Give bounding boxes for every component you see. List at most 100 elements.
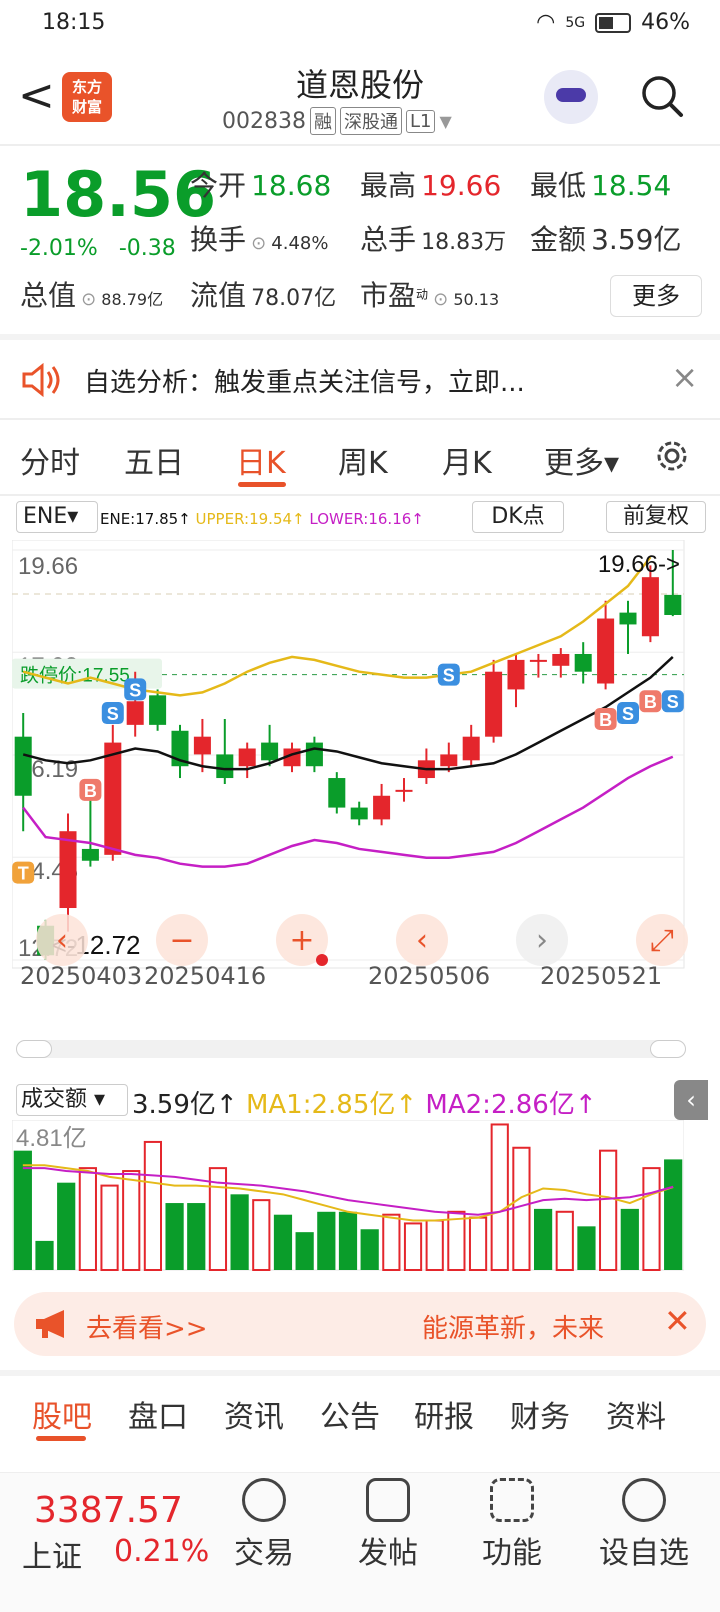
tab-news[interactable]: 资讯 <box>224 1392 284 1436</box>
high-row: 最高 19.66 <box>360 164 501 204</box>
tab-weekly-k[interactable]: 周K <box>338 438 388 482</box>
upper-value: UPPER:19.54↑ <box>195 510 305 528</box>
volume-indicator-select[interactable]: 成交额 ▾ <box>16 1084 128 1116</box>
more-button[interactable]: 更多 <box>610 275 702 317</box>
battery-level: 46% <box>641 10 690 35</box>
post-button[interactable]: 发帖 <box>338 1478 438 1572</box>
ad-link[interactable]: 去看看>> <box>86 1308 208 1345</box>
tab-announcements[interactable]: 公告 <box>320 1392 380 1436</box>
chevron-down-icon[interactable]: ▼ <box>439 112 451 131</box>
tab-more[interactable]: 更多▾ <box>544 438 619 482</box>
candle-up <box>597 618 615 684</box>
volume-bar-up <box>425 1219 444 1271</box>
volume-bar-down <box>230 1194 249 1270</box>
volume-bar-down <box>533 1208 553 1270</box>
lower-value: LOWER:16.16↑ <box>309 510 424 528</box>
tab-pankou[interactable]: 盘口 <box>128 1392 188 1436</box>
signal-label: B <box>599 710 612 730</box>
collapse-arrow-icon[interactable]: ‹ <box>674 1080 708 1120</box>
tab-profile[interactable]: 资料 <box>606 1392 666 1436</box>
high-value: 19.66 <box>421 169 502 202</box>
index-change[interactable]: 0.21% <box>114 1534 209 1569</box>
tab-research[interactable]: 研报 <box>414 1392 474 1436</box>
status-bar: 18:15 ◠ 5G 46% <box>0 0 720 48</box>
scroll-handle-right[interactable] <box>650 1040 686 1058</box>
index-name[interactable]: 上证 <box>22 1532 82 1576</box>
x-tick: 20250521 <box>540 962 663 990</box>
volume-bar-up <box>122 1170 141 1272</box>
candle-up <box>529 659 547 662</box>
signal-label: S <box>443 666 455 686</box>
candle-down <box>261 742 279 761</box>
gear-icon[interactable] <box>652 436 692 476</box>
battery-icon <box>595 12 632 33</box>
candle-up <box>373 795 391 820</box>
candle-up <box>395 789 413 792</box>
info-icon[interactable]: ⊙ <box>251 233 266 254</box>
volume-bar-down <box>620 1208 639 1270</box>
tab-5day[interactable]: 五日 <box>124 438 184 482</box>
candle-down <box>350 807 368 820</box>
functions-button[interactable]: 功能 <box>462 1478 562 1572</box>
signal-label: S <box>622 704 634 724</box>
ma1-value: MA1:2.85亿↑ <box>245 1090 418 1120</box>
signal-label: S <box>129 680 141 700</box>
stock-code: 002838 <box>222 108 306 134</box>
tab-monthly-k[interactable]: 月K <box>442 438 492 482</box>
divider <box>0 144 720 146</box>
turnover-value: 4.48% <box>271 233 329 254</box>
status-icons: ◠ 5G 46% <box>536 10 690 35</box>
volume-current: 3.59亿↑ <box>132 1090 238 1120</box>
stock-subtitle: 002838 融 深股通 L1 ▼ <box>222 107 452 135</box>
candle-down <box>328 778 346 808</box>
change-pct: -2.01% <box>20 236 98 261</box>
search-icon[interactable] <box>640 74 684 118</box>
x-axis: 20250403 20250416 20250506 20250521 <box>20 962 700 998</box>
pe-row: 市盈动 ⊙ 50.13 <box>360 274 499 314</box>
volume-bar-down <box>664 1159 683 1270</box>
trade-button[interactable]: 交易 <box>214 1478 314 1572</box>
close-icon[interactable]: × <box>671 358 698 396</box>
volume-bar-up <box>447 1210 466 1271</box>
index-value[interactable]: 3387.57 <box>34 1490 183 1531</box>
candle-down <box>216 754 234 779</box>
volume-bar-up <box>642 1167 661 1271</box>
volume-bar-down <box>577 1226 596 1270</box>
prev-button-icon: ‹ <box>416 923 428 958</box>
close-icon[interactable]: ✕ <box>664 1302 691 1340</box>
amount-row: 金额 3.59亿 <box>530 218 681 258</box>
kline-chart[interactable]: 19.6617.9316.1914.4612.72跌停价:17.55TBSSSB… <box>12 540 708 980</box>
volume-bar-up <box>252 1199 271 1271</box>
tab-guba[interactable]: 股吧 <box>32 1392 92 1436</box>
indicator-select[interactable]: ENE▾ <box>16 501 98 533</box>
trade-label: 交易 <box>234 1536 294 1571</box>
candle-up <box>193 736 211 755</box>
analysis-banner[interactable]: 自选分析：触发重点关注信号，立即... × <box>0 340 720 420</box>
y-tick-label: 19.66 <box>18 553 78 580</box>
volume-value: 18.83万 <box>421 230 507 255</box>
zoom-in-button-icon: + <box>289 923 314 958</box>
volume-bar-up <box>100 1184 119 1271</box>
info-icon[interactable]: ⊙ <box>81 289 96 310</box>
tab-intraday[interactable]: 分时 <box>20 438 80 482</box>
tab-daily-k[interactable]: 日K <box>236 438 286 482</box>
status-time: 18:15 <box>42 10 106 35</box>
adjust-button[interactable]: 前复权 <box>606 501 706 533</box>
volume-label: 总手 <box>360 223 417 256</box>
candle-down <box>149 695 167 725</box>
nav-left-button-icon: ‹ <box>56 923 68 958</box>
zoom-out-button-icon: − <box>169 923 194 958</box>
divider <box>0 1370 720 1376</box>
chart-scrollbar[interactable] <box>16 1040 686 1058</box>
scroll-handle-left[interactable] <box>16 1040 52 1058</box>
signal-icon: 5G <box>565 14 586 31</box>
ad-bar[interactable]: 去看看>> 能源革新，未来 ✕ <box>14 1292 706 1356</box>
add-watchlist-button[interactable]: 设自选 <box>594 1478 694 1572</box>
info-icon[interactable]: ⊙ <box>433 289 448 310</box>
assistant-robot-icon[interactable] <box>544 70 598 124</box>
dk-points-button[interactable]: DK点 <box>472 501 564 533</box>
tab-finance[interactable]: 财务 <box>510 1392 570 1436</box>
candle-down <box>619 612 637 625</box>
ma2-value: MA2:2.86亿↑ <box>425 1090 597 1120</box>
tag-level: L1 <box>405 109 436 133</box>
